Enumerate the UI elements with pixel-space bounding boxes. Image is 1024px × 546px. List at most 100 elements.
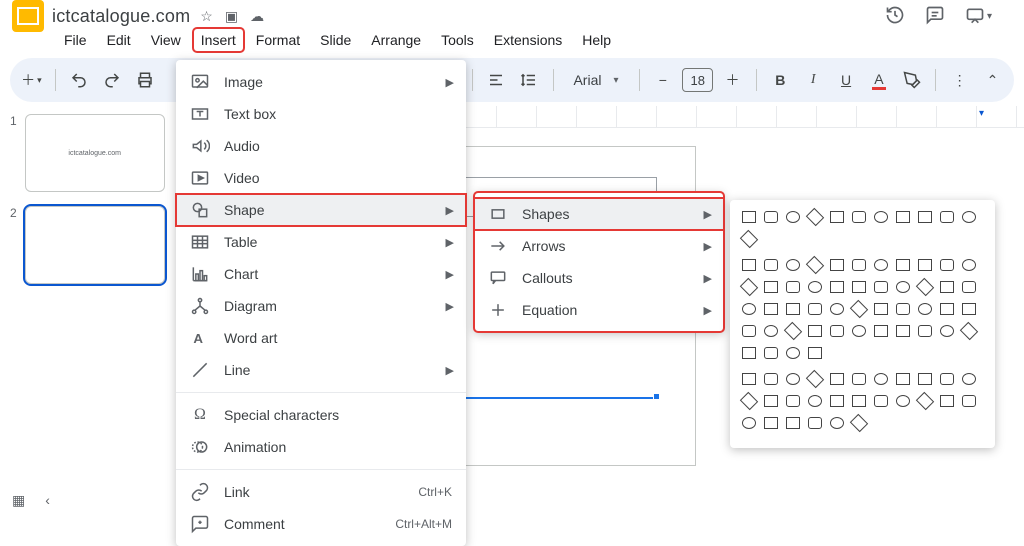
insert-item-table[interactable]: Table▶ <box>176 226 466 258</box>
shape-option[interactable] <box>762 414 780 432</box>
history-icon[interactable] <box>885 5 905 28</box>
shape-option[interactable] <box>872 392 890 410</box>
shape-option[interactable] <box>828 414 846 432</box>
app-logo-icon[interactable] <box>12 0 44 32</box>
insert-item-line[interactable]: Line▶ <box>176 354 466 386</box>
shape-option[interactable] <box>762 208 780 226</box>
shape-option[interactable] <box>938 370 956 388</box>
shape-option[interactable] <box>784 392 802 410</box>
shape-option[interactable] <box>828 300 846 318</box>
shape-option[interactable] <box>762 300 780 318</box>
shape-option[interactable] <box>872 300 890 318</box>
shape-option[interactable] <box>960 300 978 318</box>
menu-view[interactable]: View <box>143 28 189 52</box>
insert-item-chart[interactable]: Chart▶ <box>176 258 466 290</box>
document-title[interactable]: ictcatalogue.com <box>52 6 190 27</box>
move-to-folder-icon[interactable]: ▣ <box>225 8 238 25</box>
underline-button[interactable]: U <box>833 66 860 94</box>
shape-option[interactable] <box>850 414 868 432</box>
shape-option[interactable] <box>762 344 780 362</box>
insert-item-link[interactable]: LinkCtrl+K <box>176 476 466 508</box>
insert-item-comment[interactable]: CommentCtrl+Alt+M <box>176 508 466 540</box>
shape-option[interactable] <box>740 230 758 248</box>
insert-item-diagram[interactable]: Diagram▶ <box>176 290 466 322</box>
shape-option[interactable] <box>960 322 978 340</box>
shape-option[interactable] <box>806 370 824 388</box>
shape-option[interactable] <box>784 278 802 296</box>
shape-option[interactable] <box>960 370 978 388</box>
shape-option[interactable] <box>828 322 846 340</box>
insert-item-video[interactable]: Video <box>176 162 466 194</box>
shape-option[interactable] <box>850 392 868 410</box>
shape-option[interactable] <box>850 278 868 296</box>
shape-option[interactable] <box>740 300 758 318</box>
shape-option[interactable] <box>740 208 758 226</box>
shape-option[interactable] <box>938 256 956 274</box>
shape-option[interactable] <box>828 370 846 388</box>
shape-option[interactable] <box>850 300 868 318</box>
shape-option[interactable] <box>784 256 802 274</box>
shape-option[interactable] <box>894 256 912 274</box>
shape-option[interactable] <box>806 392 824 410</box>
menu-format[interactable]: Format <box>248 28 308 52</box>
shape-option[interactable] <box>960 256 978 274</box>
shape-option[interactable] <box>872 208 890 226</box>
shape-option[interactable] <box>916 370 934 388</box>
selection-handle-icon[interactable] <box>653 393 660 400</box>
shape-option[interactable] <box>806 344 824 362</box>
shape-option[interactable] <box>784 414 802 432</box>
grid-view-icon[interactable]: ▦ <box>12 492 25 509</box>
shape-option[interactable] <box>916 322 934 340</box>
shape-option[interactable] <box>894 392 912 410</box>
more-tools-button[interactable]: ⋮ <box>946 66 973 94</box>
shape-option[interactable] <box>938 300 956 318</box>
shape-option[interactable] <box>828 208 846 226</box>
shape-option[interactable] <box>894 278 912 296</box>
shape-option[interactable] <box>828 256 846 274</box>
menu-file[interactable]: File <box>56 28 95 52</box>
shape-option[interactable] <box>850 370 868 388</box>
shape-option[interactable] <box>938 278 956 296</box>
shape-option[interactable] <box>938 392 956 410</box>
italic-button[interactable]: I <box>800 66 827 94</box>
shape-option[interactable] <box>740 414 758 432</box>
menu-extensions[interactable]: Extensions <box>486 28 570 52</box>
insert-item-word-art[interactable]: AWord art <box>176 322 466 354</box>
present-icon[interactable]: ▾ <box>965 6 992 26</box>
line-spacing-button[interactable] <box>516 66 543 94</box>
shape-item-equation[interactable]: Equation▶ <box>474 294 724 326</box>
thumbnail[interactable]: 2 <box>10 206 166 284</box>
shape-option[interactable] <box>784 208 802 226</box>
decrease-font-button[interactable]: − <box>649 66 676 94</box>
insert-item-audio[interactable]: Audio <box>176 130 466 162</box>
insert-item-image[interactable]: Image▶ <box>176 66 466 98</box>
shape-option[interactable] <box>850 256 868 274</box>
shape-option[interactable] <box>916 300 934 318</box>
star-icon[interactable]: ☆ <box>200 8 213 25</box>
align-button[interactable] <box>483 66 510 94</box>
collapse-toolbar-button[interactable]: ⌃ <box>979 66 1006 94</box>
shape-option[interactable] <box>806 322 824 340</box>
shape-option[interactable] <box>828 392 846 410</box>
shape-option[interactable] <box>762 256 780 274</box>
shape-option[interactable] <box>740 344 758 362</box>
shape-option[interactable] <box>806 300 824 318</box>
shape-option[interactable] <box>894 208 912 226</box>
shape-option[interactable] <box>916 278 934 296</box>
shape-option[interactable] <box>740 370 758 388</box>
shape-option[interactable] <box>784 344 802 362</box>
menu-arrange[interactable]: Arrange <box>363 28 429 52</box>
shape-option[interactable] <box>916 208 934 226</box>
shape-option[interactable] <box>828 278 846 296</box>
highlight-button[interactable] <box>898 66 925 94</box>
menu-edit[interactable]: Edit <box>99 28 139 52</box>
shape-option[interactable] <box>762 278 780 296</box>
shape-option[interactable] <box>762 392 780 410</box>
shape-option[interactable] <box>894 300 912 318</box>
shape-option[interactable] <box>960 392 978 410</box>
shape-option[interactable] <box>784 370 802 388</box>
shape-option[interactable] <box>806 414 824 432</box>
shape-option[interactable] <box>872 322 890 340</box>
undo-button[interactable] <box>66 66 93 94</box>
shape-option[interactable] <box>960 208 978 226</box>
